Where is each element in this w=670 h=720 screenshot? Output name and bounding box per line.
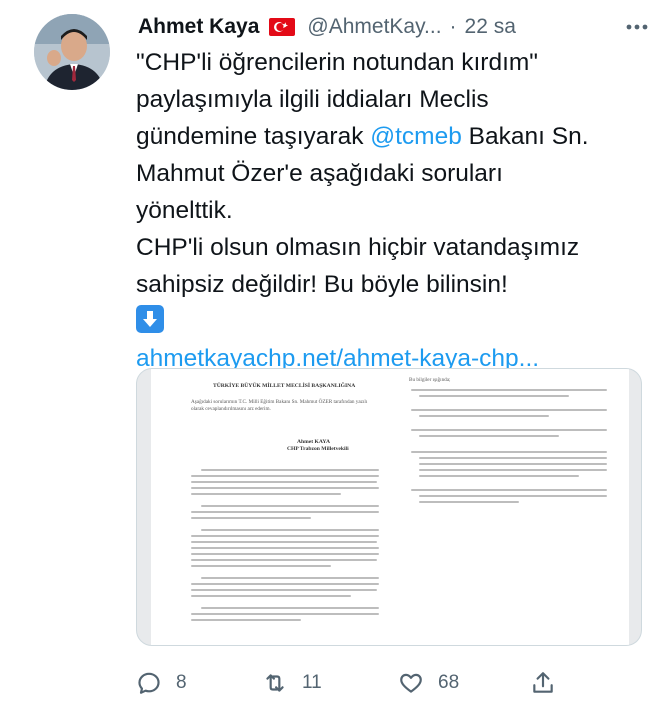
reply-icon	[138, 672, 160, 694]
document-text-line	[191, 475, 379, 478]
document-text-line	[419, 435, 559, 438]
document-text-line	[191, 547, 379, 550]
document-text-line	[411, 429, 607, 432]
document-text-line	[191, 619, 301, 622]
document-text-line	[419, 395, 569, 398]
mention-link[interactable]: @tcmeb	[370, 123, 462, 150]
share-icon	[533, 672, 553, 693]
document-text-line	[419, 501, 519, 504]
tweet-line: Mahmut Özer'e aşağıdaki soruları	[136, 160, 503, 187]
document-text-line	[191, 511, 379, 514]
document-text-line	[419, 463, 607, 466]
document-text-line	[201, 607, 379, 610]
tweet-text: "CHP'li öğrencilerin notundan kırdım" pa…	[136, 44, 656, 377]
tweet-time[interactable]: 22 sa	[465, 15, 516, 39]
document-text-line	[201, 529, 379, 532]
more-icon	[626, 24, 648, 30]
document-text-line	[419, 475, 579, 478]
like-button[interactable]: 68	[398, 670, 459, 696]
document-text-line	[201, 469, 379, 472]
like-icon	[400, 673, 422, 693]
document-text-line	[191, 595, 351, 598]
more-button[interactable]	[624, 14, 650, 40]
document-text-line	[191, 481, 377, 484]
tweet-line: gündemine taşıyarak @tcmeb Bakanı Sn.	[136, 118, 656, 155]
document-text-line	[411, 409, 607, 412]
document-page: TÜRKİYE BÜYÜK MİLLET MECLİSİ BAŞKANLIĞIN…	[151, 369, 629, 645]
tweet-line: paylaşımıyla ilgili iddiaları Meclis	[136, 86, 489, 113]
document-text-line	[411, 489, 607, 492]
author-name[interactable]: Ahmet Kaya	[138, 15, 259, 39]
avatar[interactable]	[34, 14, 110, 90]
document-text-line	[191, 565, 331, 568]
document-text-line	[419, 457, 607, 460]
document-right-header: Bu bilgiler ışığında;	[409, 377, 451, 383]
document-text-line	[191, 589, 377, 592]
down-arrow-emoji-icon	[136, 305, 164, 333]
document-text-line	[191, 517, 311, 520]
document-intro: Aşağıdaki sorularımın T.C. Milli Eğitim …	[191, 399, 368, 412]
document-text-line	[191, 553, 379, 556]
like-count: 68	[438, 672, 460, 693]
separator-dot: ·	[449, 15, 457, 38]
tweet-line: "CHP'li öğrencilerin notundan kırdım"	[136, 49, 539, 76]
retweet-button[interactable]: 11	[262, 670, 322, 696]
turkey-flag-icon	[269, 18, 296, 36]
document-text-line	[201, 577, 379, 580]
avatar-image	[34, 14, 110, 90]
document-text-line	[411, 389, 607, 392]
tweet-line: yönelttik.	[136, 197, 233, 224]
document-text-line	[191, 559, 377, 562]
attached-image[interactable]: TÜRKİYE BÜYÜK MİLLET MECLİSİ BAŞKANLIĞIN…	[136, 368, 642, 646]
reply-count: 8	[176, 672, 187, 693]
document-text-line	[191, 541, 377, 544]
document-text-line	[411, 451, 607, 454]
tweet-line-start: gündemine taşıyarak	[136, 123, 371, 150]
tweet-line-end: Bakanı Sn.	[461, 123, 589, 150]
document-text-line	[419, 415, 549, 418]
document-text-line	[191, 493, 341, 496]
author-handle[interactable]: @AhmetKay...	[307, 15, 441, 39]
emoji-line	[136, 303, 656, 340]
tweet-actions: 8 11 68	[136, 666, 656, 700]
share-button[interactable]	[530, 670, 556, 696]
retweet-count: 11	[302, 672, 322, 693]
document-text-line	[191, 583, 379, 586]
tweet-header: Ahmet Kaya @AhmetKay... · 22 sa	[138, 12, 650, 42]
document-text-line	[191, 535, 379, 538]
document-text-line	[419, 469, 607, 472]
document-text-line	[419, 495, 607, 498]
document-text-line	[191, 613, 379, 616]
document-text-line	[201, 505, 379, 508]
retweet-icon	[266, 674, 284, 692]
document-signer-title: CHP Trabzon Milletvekili	[287, 446, 349, 452]
tweet-line: sahipsiz değildir! Bu böyle bilinsin!	[136, 271, 508, 298]
document-header: TÜRKİYE BÜYÜK MİLLET MECLİSİ BAŞKANLIĞIN…	[213, 383, 356, 389]
reply-button[interactable]: 8	[136, 670, 187, 696]
document-signer-name: Ahmet KAYA	[297, 439, 330, 445]
tweet-line: CHP'li olsun olmasın hiçbir vatandaşımız	[136, 234, 580, 261]
document-text-line	[191, 487, 379, 490]
